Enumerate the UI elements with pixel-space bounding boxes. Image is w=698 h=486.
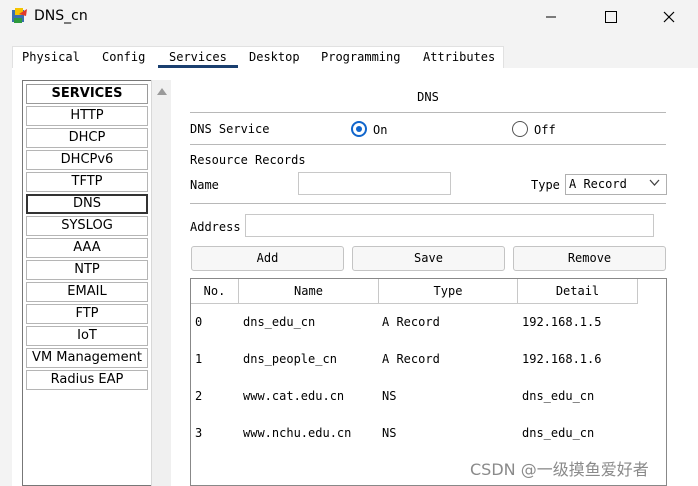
maximize-icon — [605, 11, 617, 23]
cell-type[interactable]: NS — [382, 426, 396, 440]
tab-desktop[interactable]: Desktop — [249, 50, 300, 64]
cell-no[interactable]: 0 — [195, 315, 202, 329]
service-item-vm-management[interactable]: VM Management — [26, 348, 148, 368]
name-input[interactable] — [298, 172, 451, 195]
address-label: Address — [190, 220, 241, 234]
dns-off-radio[interactable] — [512, 121, 528, 137]
cell-name[interactable]: dns_people_cn — [243, 352, 337, 366]
minimize-button[interactable] — [528, 4, 574, 30]
column-header-detail[interactable]: Detail — [518, 279, 638, 304]
title-bar: DNS_cn — [0, 0, 698, 34]
watermark: CSDN @一级摸鱼爱好者 — [470, 460, 649, 479]
window-title: DNS_cn — [34, 8, 88, 24]
tab-programming[interactable]: Programming — [321, 50, 400, 64]
service-item-http[interactable]: HTTP — [26, 106, 148, 126]
cell-type[interactable]: A Record — [382, 315, 440, 329]
add-button[interactable]: Add — [191, 246, 344, 271]
type-label: Type — [531, 178, 560, 192]
cell-detail[interactable]: 192.168.1.6 — [522, 352, 601, 366]
service-item-dhcp[interactable]: DHCP — [26, 128, 148, 148]
maximize-button[interactable] — [588, 4, 634, 30]
service-item-email[interactable]: EMAIL — [26, 282, 148, 302]
save-button[interactable]: Save — [352, 246, 505, 271]
tab-services[interactable]: Services — [169, 50, 227, 64]
service-item-ftp[interactable]: FTP — [26, 304, 148, 324]
dns-on-radio[interactable] — [351, 121, 367, 137]
column-header-type[interactable]: Type — [379, 279, 518, 304]
chevron-down-icon — [649, 179, 660, 186]
cell-no[interactable]: 1 — [195, 352, 202, 366]
remove-button[interactable]: Remove — [513, 246, 666, 271]
divider — [190, 144, 666, 145]
cell-name[interactable]: dns_edu_cn — [243, 315, 315, 329]
column-header-no[interactable]: No. — [191, 279, 239, 304]
dns-service-label: DNS Service — [190, 122, 270, 136]
cell-detail[interactable]: dns_edu_cn — [522, 426, 594, 440]
service-item-iot[interactable]: IoT — [26, 326, 148, 346]
column-header-name[interactable]: Name — [239, 279, 379, 304]
tab-attributes[interactable]: Attributes — [423, 50, 495, 64]
dns-on-label[interactable]: On — [373, 123, 387, 137]
service-item-ntp[interactable]: NTP — [26, 260, 148, 280]
cell-name[interactable]: www.nchu.edu.cn — [243, 426, 351, 440]
packet-tracer-app-icon — [12, 8, 27, 23]
cell-no[interactable]: 3 — [195, 426, 202, 440]
service-item-aaa[interactable]: AAA — [26, 238, 148, 258]
minimize-icon — [546, 16, 556, 18]
resource-records-label: Resource Records — [190, 153, 306, 167]
cell-name[interactable]: www.cat.edu.cn — [243, 389, 344, 403]
cell-detail[interactable]: 192.168.1.5 — [522, 315, 601, 329]
divider — [190, 112, 666, 113]
divider — [190, 203, 666, 204]
close-button[interactable] — [646, 4, 692, 30]
cell-detail[interactable]: dns_edu_cn — [522, 389, 594, 403]
services-header: SERVICES — [26, 84, 148, 104]
tab-physical[interactable]: Physical — [22, 50, 80, 64]
services-list: SERVICES HTTP DHCP DHCPv6 TFTP DNS SYSLO… — [22, 80, 152, 486]
cell-no[interactable]: 2 — [195, 389, 202, 403]
service-item-dns[interactable]: DNS — [26, 194, 148, 214]
name-label: Name — [190, 178, 219, 192]
close-icon — [663, 11, 675, 23]
dns-panel-title: DNS — [417, 90, 439, 104]
tab-bar: Physical Config Services Desktop Program… — [12, 46, 504, 68]
scroll-up-icon[interactable] — [157, 88, 167, 95]
address-input[interactable] — [245, 214, 654, 237]
type-select[interactable]: A Record — [565, 174, 667, 195]
service-item-tftp[interactable]: TFTP — [26, 172, 148, 192]
service-item-syslog[interactable]: SYSLOG — [26, 216, 148, 236]
cell-type[interactable]: NS — [382, 389, 396, 403]
cell-type[interactable]: A Record — [382, 352, 440, 366]
type-select-value: A Record — [569, 177, 627, 191]
tab-config[interactable]: Config — [102, 50, 145, 64]
services-scrollbar[interactable] — [151, 80, 171, 486]
service-item-radius-eap[interactable]: Radius EAP — [26, 370, 148, 390]
service-item-dhcpv6[interactable]: DHCPv6 — [26, 150, 148, 170]
records-table: No. Name Type Detail 0 dns_edu_cn A Reco… — [190, 278, 667, 486]
dns-off-label[interactable]: Off — [534, 123, 556, 137]
